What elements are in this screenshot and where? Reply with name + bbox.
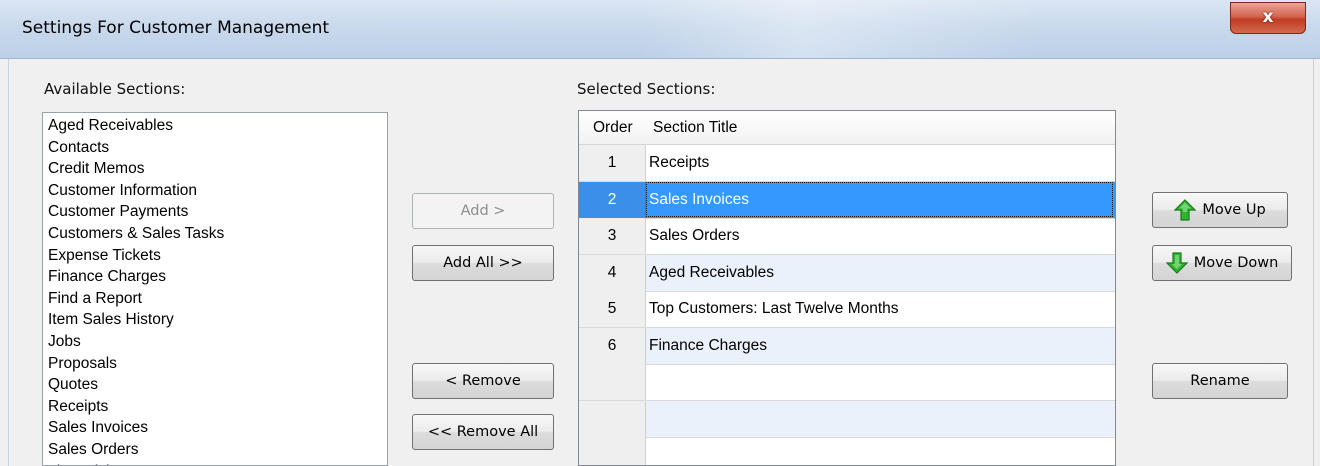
row-order-cell[interactable]: [579, 437, 646, 465]
table-row[interactable]: 2 Sales Invoices: [579, 181, 1115, 219]
available-section-item[interactable]: Customers & Sales Tasks: [48, 223, 224, 244]
row-order-cell[interactable]: 5: [579, 291, 646, 327]
available-section-item[interactable]: Quotes: [48, 374, 98, 395]
row-section-title-cell[interactable]: Receipts: [649, 145, 709, 181]
add-all-button[interactable]: Add All >>: [412, 245, 554, 281]
row-section-title-cell[interactable]: Sales Orders: [649, 218, 739, 254]
table-row[interactable]: [579, 364, 1115, 401]
remove-all-button-label: << Remove All: [427, 424, 539, 440]
move-down-button-label: Move Down: [1193, 255, 1279, 271]
available-section-item[interactable]: Sales Invoices: [48, 417, 148, 438]
selected-sections-label: Selected Sections:: [577, 80, 716, 98]
available-section-item[interactable]: Find a Report: [48, 288, 142, 309]
available-section-item[interactable]: Time Tickets: [48, 461, 134, 465]
table-row[interactable]: 1 Receipts: [579, 145, 1115, 182]
add-button[interactable]: Add >: [412, 193, 554, 229]
available-section-item[interactable]: Item Sales History: [48, 309, 174, 330]
available-section-item[interactable]: Aged Receivables: [48, 115, 173, 136]
remove-button[interactable]: < Remove: [412, 363, 554, 399]
green-down-arrow-icon: [1165, 252, 1188, 274]
available-section-item[interactable]: Sales Orders: [48, 439, 138, 460]
row-order-cell[interactable]: 3: [579, 218, 646, 254]
column-header-section-title[interactable]: Section Title: [653, 111, 737, 144]
available-section-item[interactable]: Customer Payments: [48, 201, 188, 222]
row-order-cell[interactable]: [579, 400, 646, 437]
table-row[interactable]: 4 Aged Receivables: [579, 254, 1115, 292]
row-order-cell[interactable]: [579, 364, 646, 400]
available-section-item[interactable]: Customer Information: [48, 180, 197, 201]
remove-button-label: < Remove: [445, 373, 521, 389]
grid-header: Order Section Title: [579, 111, 1115, 145]
row-section-title-cell[interactable]: Finance Charges: [649, 328, 767, 364]
rename-button-label: Rename: [1190, 373, 1250, 389]
row-order-cell[interactable]: 2: [579, 181, 646, 218]
move-down-button[interactable]: Move Down: [1152, 245, 1292, 281]
available-section-item[interactable]: Finance Charges: [48, 266, 166, 287]
available-section-item[interactable]: Expense Tickets: [48, 245, 161, 266]
available-section-item[interactable]: Jobs: [48, 331, 81, 352]
move-up-button-label: Move Up: [1202, 202, 1266, 218]
available-section-item[interactable]: Contacts: [48, 137, 109, 158]
table-row[interactable]: 5 Top Customers: Last Twelve Months: [579, 291, 1115, 328]
rename-button[interactable]: Rename: [1152, 363, 1288, 399]
title-bar[interactable]: Settings For Customer Management x: [0, 0, 1320, 59]
focus-rectangle: [646, 181, 1113, 217]
move-up-button[interactable]: Move Up: [1152, 192, 1288, 228]
table-row[interactable]: 6 Finance Charges: [579, 327, 1115, 365]
row-section-title-cell[interactable]: Aged Receivables: [649, 255, 774, 291]
table-row[interactable]: [579, 437, 1115, 465]
column-header-order[interactable]: Order: [593, 111, 633, 144]
available-section-item[interactable]: Credit Memos: [48, 158, 144, 179]
table-row[interactable]: 3 Sales Orders: [579, 218, 1115, 255]
row-order-cell[interactable]: 4: [579, 254, 646, 291]
available-sections-label: Available Sections:: [44, 80, 186, 98]
add-button-label: Add >: [460, 203, 506, 219]
selected-sections-grid[interactable]: Order Section Title 1 Receipts 2 Sales Invo…: [578, 110, 1116, 466]
close-icon: x: [1262, 7, 1274, 27]
table-row[interactable]: [579, 400, 1115, 438]
remove-all-button[interactable]: << Remove All: [412, 414, 554, 450]
available-section-item[interactable]: Receipts: [48, 396, 108, 417]
row-order-cell[interactable]: 1: [579, 145, 646, 181]
available-sections-list[interactable]: Aged Receivables Contacts Credit Memos Cust…: [42, 112, 388, 466]
green-up-arrow-icon: [1174, 199, 1197, 221]
settings-dialog: Settings For Customer Management x Avail…: [0, 0, 1320, 466]
available-section-item[interactable]: Proposals: [48, 353, 117, 374]
add-all-button-label: Add All >>: [443, 255, 523, 271]
row-order-cell[interactable]: 6: [579, 327, 646, 364]
window-title: Settings For Customer Management: [22, 18, 330, 38]
row-section-title-cell[interactable]: Top Customers: Last Twelve Months: [649, 291, 899, 327]
close-button[interactable]: x: [1230, 2, 1306, 34]
